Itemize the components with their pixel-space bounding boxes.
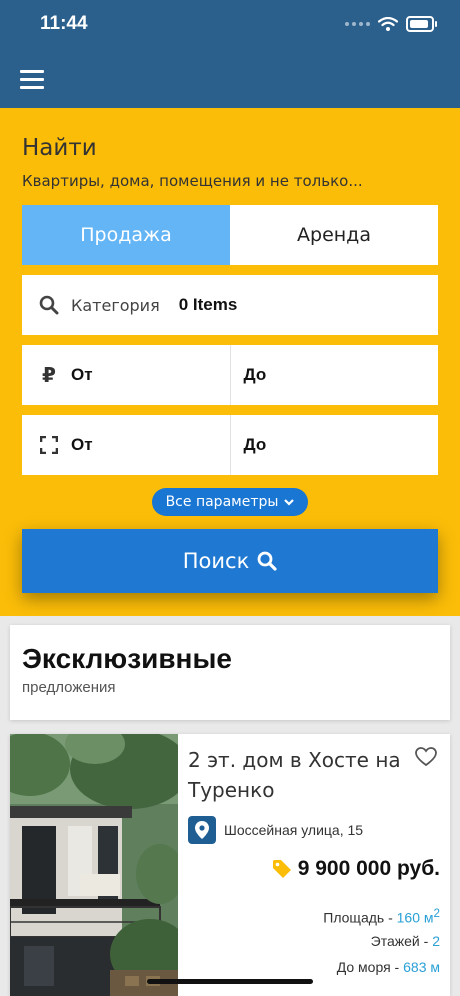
category-value: 0 Items (178, 295, 238, 314)
exclusive-subtitle: предложения (22, 679, 116, 696)
price-to-field[interactable]: До (229, 345, 439, 405)
tab-sale[interactable]: Продажа (22, 205, 230, 265)
search-title: Найти (22, 135, 97, 161)
price-tag-icon (272, 860, 291, 878)
signal-icon (345, 22, 370, 26)
spec-label: Площадь - (323, 909, 397, 926)
spec-area: Площадь - 160 м2 (323, 907, 440, 926)
category-select[interactable]: Категория 0 Items (22, 275, 438, 335)
listing-price: 9 900 000 руб. (272, 857, 440, 881)
listing-price-text: 9 900 000 руб. (297, 857, 440, 880)
status-time: 11:44 (40, 13, 88, 34)
wifi-icon (378, 17, 398, 31)
status-icons (345, 16, 437, 32)
ruble-icon: ₽ (42, 363, 56, 387)
status-bar: 11:44 (0, 0, 460, 50)
all-params-label: Все параметры (165, 494, 279, 510)
spec-value: 160 м (396, 909, 434, 926)
menu-icon[interactable] (20, 70, 44, 90)
all-params-button[interactable]: Все параметры (152, 488, 308, 516)
battery-icon (406, 16, 437, 32)
spec-label: До моря - (336, 959, 404, 975)
area-to-placeholder: До (243, 435, 267, 454)
exclusive-header-card: Эксклюзивные предложения (10, 625, 450, 720)
category-label: Категория (71, 295, 160, 315)
price-from-field[interactable]: ₽ От (22, 345, 230, 405)
price-range: ₽ От До (22, 345, 438, 405)
spec-value: 2 (432, 933, 440, 949)
listing-address-text: Шоссейная улица, 15 (224, 822, 364, 838)
favorite-heart-icon[interactable] (415, 747, 437, 767)
spec-label: Этажей - (370, 933, 433, 949)
exclusive-title: Эксклюзивные (22, 643, 232, 674)
listing-card[interactable]: 2 эт. дом в Хосте на Туренко Шоссейная у… (10, 734, 450, 996)
search-icon (39, 295, 59, 315)
area-from-field[interactable]: От (22, 415, 230, 475)
home-indicator[interactable] (147, 979, 313, 984)
search-panel: Найти Квартиры, дома, помещения и не тол… (0, 108, 460, 616)
deal-type-tabs: Продажа Аренда (22, 205, 438, 265)
find-button[interactable]: Поиск (22, 529, 438, 593)
area-to-field[interactable]: До (229, 415, 439, 475)
spec-unit-superscript: 2 (433, 907, 440, 920)
listing-address: Шоссейная улица, 15 (188, 816, 363, 844)
price-to-placeholder: До (243, 365, 267, 384)
spec-floors: Этажей - 2 (371, 933, 440, 949)
chevron-down-icon (284, 498, 295, 506)
listing-photo[interactable] (10, 734, 178, 996)
map-pin-icon (188, 816, 216, 844)
area-frame-icon (39, 435, 59, 455)
tab-rent[interactable]: Аренда (230, 205, 438, 265)
top-nav (0, 50, 460, 108)
search-subtitle: Квартиры, дома, помещения и не только... (22, 172, 363, 190)
area-from-placeholder: От (71, 435, 93, 454)
spec-sea-distance: До моря - 683 м (337, 959, 440, 975)
price-from-placeholder: От (71, 365, 93, 384)
area-range: От До (22, 415, 438, 475)
listing-title: 2 эт. дом в Хосте на Туренко (188, 748, 401, 802)
search-icon (257, 551, 277, 571)
find-button-label: Поиск (182, 549, 250, 573)
spec-value: 683 м (403, 959, 440, 975)
